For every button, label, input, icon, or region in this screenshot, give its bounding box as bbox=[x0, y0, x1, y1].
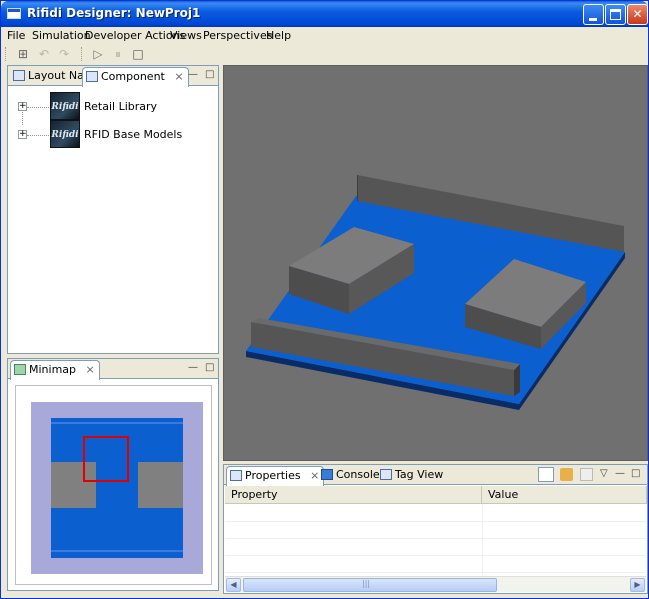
maximize-view-icon[interactable]: □ bbox=[205, 69, 214, 80]
component-view-tabs: Layout Nav Component ⨯ — □ bbox=[8, 66, 218, 87]
redo-icon[interactable]: ↷ bbox=[57, 47, 71, 61]
minimap-shelf bbox=[51, 422, 183, 424]
maximize-view-icon[interactable]: □ bbox=[631, 468, 640, 479]
filter-icon[interactable] bbox=[560, 468, 573, 481]
restore-default-icon[interactable] bbox=[580, 468, 593, 481]
menu-views[interactable]: Views bbox=[170, 29, 202, 42]
tab-tag-view[interactable]: Tag View bbox=[377, 466, 447, 485]
scroll-left-icon[interactable]: ◀ bbox=[226, 578, 241, 592]
close-icon: ✕ bbox=[632, 7, 643, 21]
menu-file[interactable]: File bbox=[7, 29, 25, 42]
window-title: Rifidi Designer: NewProj1 bbox=[27, 6, 201, 20]
app-window-icon bbox=[7, 8, 21, 19]
horizontal-scrollbar[interactable]: ◀ ||| ▶ bbox=[225, 576, 646, 592]
expand-icon[interactable]: + bbox=[18, 102, 27, 111]
column-divider bbox=[482, 504, 483, 575]
tab-console[interactable]: Console bbox=[318, 466, 384, 485]
grip-icon: ||| bbox=[362, 579, 371, 588]
table-row bbox=[225, 572, 646, 573]
minimize-icon bbox=[589, 18, 597, 21]
minimap-icon bbox=[14, 364, 26, 375]
tab-label: Tag View bbox=[395, 468, 444, 481]
minimap-shelf bbox=[51, 550, 183, 552]
tree-connector bbox=[22, 112, 23, 125]
grid-icon[interactable]: ⊞ bbox=[16, 47, 30, 61]
scroll-right-icon[interactable]: ▶ bbox=[630, 578, 645, 592]
column-header-property[interactable]: Property bbox=[225, 486, 482, 504]
close-tab-icon[interactable]: ⨯ bbox=[86, 363, 95, 376]
tag-view-icon bbox=[380, 469, 392, 480]
menu-simulation[interactable]: Simulation bbox=[32, 29, 91, 42]
rifidi-logo-icon: Rifidi bbox=[50, 92, 80, 120]
layout-nav-icon bbox=[13, 70, 25, 81]
play-icon[interactable]: ▷ bbox=[91, 47, 105, 61]
app-window: Rifidi Designer: NewProj1 ✕ File Simulat… bbox=[0, 0, 649, 599]
tree-item-label: RFID Base Models bbox=[84, 128, 183, 141]
minimap-view: Minimap ⨯ — □ bbox=[7, 358, 219, 591]
component-tree: + Rifidi Retail Library + Rifidi RFID Ba… bbox=[8, 87, 218, 353]
console-icon bbox=[321, 469, 333, 480]
tab-label: Console bbox=[336, 468, 380, 481]
toolbar-separator bbox=[5, 47, 7, 61]
component-icon bbox=[86, 71, 98, 82]
undo-icon[interactable]: ↶ bbox=[37, 47, 51, 61]
tree-item-label: Retail Library bbox=[84, 100, 158, 113]
expand-icon[interactable]: + bbox=[18, 130, 27, 139]
column-header-value[interactable]: Value bbox=[482, 486, 647, 504]
menu-help[interactable]: Help bbox=[266, 29, 291, 42]
view-menu-icon[interactable]: ▽ bbox=[600, 468, 608, 479]
minimap-box-left bbox=[51, 462, 96, 508]
scene-3d-drawing bbox=[246, 175, 625, 410]
component-view: Layout Nav Component ⨯ — □ + Rifidi Reta… bbox=[7, 65, 219, 354]
rifidi-logo-icon: Rifidi bbox=[50, 120, 80, 148]
stop-icon[interactable]: □ bbox=[131, 47, 145, 61]
maximize-icon bbox=[610, 9, 621, 20]
tab-properties[interactable]: Properties ⨯ bbox=[226, 466, 325, 486]
minimize-view-icon[interactable]: — bbox=[188, 69, 198, 80]
properties-tabs: Properties ⨯ Console Tag View ▽ — □ bbox=[224, 465, 647, 486]
minimap-canvas[interactable] bbox=[15, 385, 212, 585]
pause-icon[interactable]: ⏸ bbox=[111, 47, 125, 61]
back-shelf-edge bbox=[357, 175, 358, 201]
scene-3d-view[interactable] bbox=[223, 65, 648, 461]
scroll-thumb[interactable]: ||| bbox=[243, 578, 497, 592]
minimize-button[interactable] bbox=[583, 4, 604, 25]
menu-perspectives[interactable]: Perspectives bbox=[203, 29, 272, 42]
tree-connector bbox=[27, 107, 49, 108]
tab-label: Properties bbox=[245, 469, 301, 482]
main-toolbar: ⊞ ↶ ↷ ▷ ⏸ □ bbox=[1, 44, 648, 64]
tab-component[interactable]: Component ⨯ bbox=[82, 67, 189, 87]
categories-toggle-icon[interactable] bbox=[538, 467, 554, 482]
close-button[interactable]: ✕ bbox=[627, 4, 648, 25]
maximize-button[interactable] bbox=[605, 4, 626, 25]
table-row bbox=[225, 555, 646, 556]
tab-label: Minimap bbox=[29, 363, 77, 376]
minimize-view-icon[interactable]: — bbox=[615, 468, 625, 479]
tab-label: Component bbox=[101, 70, 165, 83]
close-tab-icon[interactable]: ⨯ bbox=[174, 70, 183, 83]
maximize-view-icon[interactable]: □ bbox=[205, 362, 214, 373]
properties-view: Properties ⨯ Console Tag View ▽ — □ Prop… bbox=[223, 464, 648, 594]
tree-connector bbox=[27, 135, 49, 136]
minimize-view-icon[interactable]: — bbox=[188, 362, 198, 373]
minimap-box-right bbox=[138, 462, 183, 508]
properties-icon bbox=[230, 470, 242, 481]
menu-bar: File Simulation Developer Actions Views … bbox=[1, 27, 648, 44]
minimap-drawing bbox=[31, 402, 203, 574]
toolbar-separator bbox=[81, 47, 83, 61]
minimap-tabs: Minimap ⨯ — □ bbox=[8, 359, 218, 380]
tab-minimap[interactable]: Minimap ⨯ bbox=[10, 360, 100, 380]
table-row bbox=[225, 538, 646, 539]
table-row bbox=[225, 521, 646, 522]
title-bar[interactable]: Rifidi Designer: NewProj1 ✕ bbox=[1, 1, 648, 27]
